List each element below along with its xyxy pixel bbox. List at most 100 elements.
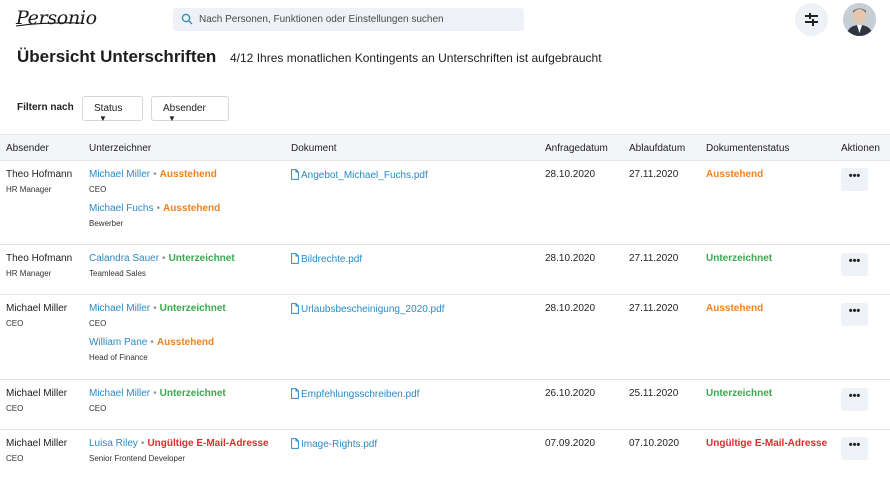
signer-name-link[interactable]: William Pane [89,337,147,348]
table-row: Michael Miller CEO Luisa Riley • Ungültige… [0,430,890,480]
signer-role: Senior Frontend Developer [89,454,186,463]
signer-entry: Michael Fuchs • Ausstehend Bewerber [89,203,220,229]
signer-status: Ausstehend [159,169,217,180]
signer-role: CEO [89,319,107,328]
row-actions-button[interactable]: ••• [841,388,868,411]
expiry-date: 27.11.2020 [629,253,679,264]
requested-date: 28.10.2020 [545,303,596,314]
table-row: Michael Miller CEO Michael Miller • Unterz… [0,295,890,380]
signer-entry: Michael Miller • Ausstehend CEO [89,169,217,195]
separator-dot: • [153,303,157,314]
signer-role: Bewerber [89,219,124,228]
signer-role: CEO [89,404,107,413]
signer-role: CEO [89,185,107,194]
signer-name-link[interactable]: Michael Miller [89,388,150,399]
separator-dot: • [153,388,157,399]
document-link[interactable]: Urlaubsbescheinigung_2020.pdf [291,303,444,316]
table-row: Theo Hofmann HR Manager Calandra Sauer • U… [0,245,890,295]
column-expiry-date[interactable]: Ablaufdatum [629,143,685,154]
column-document-status[interactable]: Dokumentenstatus [706,143,789,154]
signer-status: Unterzeichnet [159,303,226,314]
expiry-date: 25.11.2020 [629,388,679,399]
status-filter-label: Status [94,103,123,114]
sender-name: Michael Miller [6,438,68,449]
signer-name-link[interactable]: Luisa Riley [89,438,138,449]
document-link[interactable]: Angebot_Michael_Fuchs.pdf [291,169,428,182]
signer-name-link[interactable]: Calandra Sauer [89,253,159,264]
sender-cell: Michael Miller CEO [6,303,67,329]
sender-filter-dropdown[interactable]: Absender▼ [151,96,229,123]
column-signers[interactable]: Unterzeichner [89,143,151,154]
document-name: Angebot_Michael_Fuchs.pdf [301,170,428,181]
document-name: Bildrechte.pdf [301,254,363,265]
sender-cell: Theo Hofmann HR Manager [6,253,72,279]
requested-date: 26.10.2020 [545,388,596,399]
sender-role: HR Manager [6,185,52,194]
status-filter-dropdown[interactable]: Status▼ [82,96,143,123]
signer-status: Ausstehend [156,337,215,348]
file-icon [291,253,299,264]
chevron-down-icon: ▼ [99,114,107,123]
sender-role: HR Manager [6,269,52,278]
table-row: Theo Hofmann HR Manager Michael Miller • A… [0,161,890,245]
column-document[interactable]: Dokument [291,143,337,154]
avatar-image [843,3,876,36]
document-name: Urlaubsbescheinigung_2020.pdf [301,304,445,315]
document-status: Ungültige E-Mail-Adresse [706,438,828,449]
page-title: Übersicht Unterschriften [17,47,217,66]
filter-settings-button[interactable] [795,3,828,36]
table-row: Michael Miller CEO Michael Miller • Unterz… [0,380,890,430]
filter-label: Filtern nach [17,102,74,113]
sender-cell: Michael Miller CEO [6,388,67,414]
signer-entry: Luisa Riley • Ungültige E-Mail-Adresse Sen… [89,438,269,464]
signer-entry: William Pane • Ausstehend Head of Finance [89,337,214,363]
document-link[interactable]: Empfehlungsschreiben.pdf [291,388,419,401]
document-link[interactable]: Image-Rights.pdf [291,438,377,451]
search-input[interactable] [199,8,519,31]
signer-role: Head of Finance [89,353,148,362]
signer-status: Unterzeichnet [159,388,226,399]
sender-role: CEO [6,454,24,463]
sliders-icon [805,13,818,26]
sender-filter-label: Absender [163,103,206,114]
logo-underline [15,22,83,27]
requested-date: 07.09.2020 [545,438,596,449]
document-name: Image-Rights.pdf [301,439,378,450]
signer-entry: Michael Miller • Unterzeichnet CEO [89,388,226,414]
document-name: Empfehlungsschreiben.pdf [301,389,420,400]
personio-logo[interactable]: Personio [14,5,97,29]
row-actions-button[interactable]: ••• [841,303,868,326]
expiry-date: 07.10.2020 [629,438,680,449]
document-status: Unterzeichnet [706,388,773,399]
file-icon [291,303,299,314]
document-link[interactable]: Bildrechte.pdf [291,253,362,266]
signer-status: Ausstehend [162,203,221,214]
search-icon [181,13,193,25]
separator-dot: • [162,253,166,264]
expiry-date: 27.11.2020 [629,169,679,180]
row-actions-button[interactable]: ••• [841,168,868,191]
signer-name-link[interactable]: Michael Miller [89,169,150,180]
top-bar: Personio [0,0,890,40]
row-actions-button[interactable]: ••• [841,253,868,276]
signer-name-link[interactable]: Michael Fuchs [89,203,153,214]
row-actions-button[interactable]: ••• [841,437,868,460]
table-header: Absender Unterzeichner Dokument Anfraged… [0,134,890,161]
column-requested-date[interactable]: Anfragedatum [545,143,608,154]
sender-name: Theo Hofmann [6,253,73,264]
quota-info: 4/12 Ihres monatlichen Kontingents an Un… [230,51,602,65]
search-bar[interactable] [173,8,524,31]
user-avatar[interactable] [843,3,876,36]
document-status: Ausstehend [706,169,764,180]
sender-role: CEO [6,404,24,413]
column-sender[interactable]: Absender [6,143,49,154]
sender-cell: Theo Hofmann HR Manager [6,169,72,195]
signatures-table: Absender Unterzeichner Dokument Anfraged… [0,134,890,480]
sender-cell: Michael Miller CEO [6,438,67,464]
signer-role: Teamlead Sales [89,269,146,278]
signer-entry: Calandra Sauer • Unterzeichnet Teamlead Sa… [89,253,235,279]
file-icon [291,388,299,399]
signer-name-link[interactable]: Michael Miller [89,303,150,314]
requested-date: 28.10.2020 [545,253,596,264]
document-status: Unterzeichnet [706,253,773,264]
